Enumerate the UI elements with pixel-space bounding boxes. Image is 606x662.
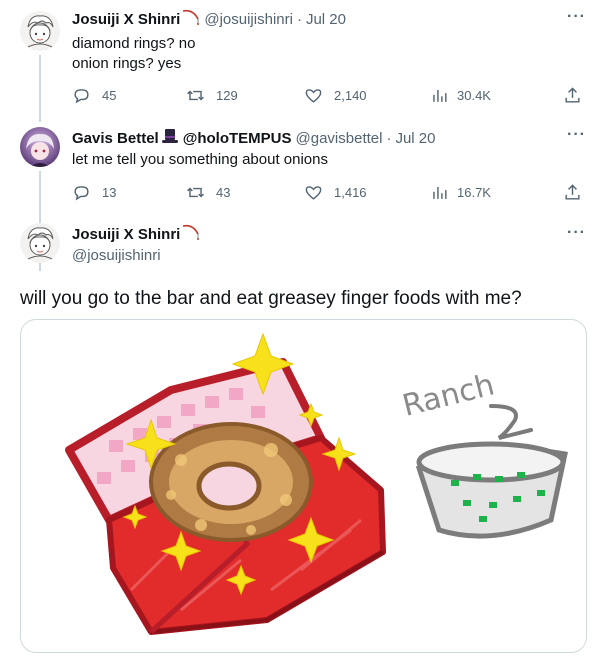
timestamp[interactable]: Jul 20 — [395, 129, 435, 149]
reply-button[interactable]: 45 — [72, 86, 116, 105]
tweet-text: let me tell you something about onions — [72, 151, 328, 168]
ranch-label: Ranch — [399, 367, 498, 423]
author-name-row: Josuiji X Shinri — [72, 224, 204, 246]
reply-icon — [74, 89, 89, 104]
views-button[interactable]: 30.4K — [430, 86, 491, 105]
author-name[interactable]: Josuiji X Shinri — [72, 10, 180, 30]
like-button[interactable]: 1,416 — [304, 183, 367, 202]
views-icon — [433, 89, 447, 102]
retweet-button[interactable]: 43 — [186, 183, 230, 202]
reply-count: 13 — [102, 185, 117, 200]
like-count: 2,140 — [334, 88, 367, 103]
separator-dot: · — [296, 11, 302, 28]
avatar[interactable] — [20, 127, 60, 167]
author-handle[interactable]: @josuijishinri — [204, 10, 293, 30]
fishing-rod-icon — [182, 224, 200, 246]
more-icon[interactable]: ··· — [567, 224, 586, 242]
views-count: 16.7K — [457, 185, 491, 200]
retweet-icon — [187, 90, 204, 101]
action-bar: 13 43 1,416 16.7K — [72, 183, 584, 203]
author-name[interactable]: Gavis Bettel — [72, 129, 159, 149]
retweet-button[interactable]: 129 — [186, 86, 238, 105]
share-icon — [565, 184, 580, 200]
share-button[interactable] — [563, 183, 582, 202]
like-count: 1,416 — [334, 185, 367, 200]
views-icon — [433, 186, 447, 199]
timestamp[interactable]: Jul 20 — [306, 10, 346, 30]
separator-dot: · — [386, 130, 392, 147]
fishing-rod-icon — [182, 9, 200, 31]
reply-icon — [74, 186, 89, 201]
views-button[interactable]: 16.7K — [430, 183, 491, 202]
retweet-count: 129 — [216, 88, 238, 103]
tweet-media-image[interactable]: Ranch — [20, 319, 587, 653]
top-hat-icon — [161, 127, 179, 151]
share-icon — [565, 87, 580, 103]
action-bar: 45 129 2,140 30.4K — [72, 86, 584, 106]
tweet-1[interactable]: Josuiji X Shinri @josuijishinri · Jul 20… — [0, 0, 606, 122]
onion-rings-drawing: Ranch — [65, 332, 568, 635]
author-name[interactable]: Josuiji X Shinri — [72, 225, 180, 245]
thread-line — [39, 55, 41, 122]
views-count: 30.4K — [457, 88, 491, 103]
reply-count: 45 — [102, 88, 117, 103]
tweet-2[interactable]: Gavis Bettel @holoTEMPUS @gavisbettel · … — [0, 120, 606, 271]
tweet-text: will you go to the bar and eat greasey f… — [20, 288, 522, 309]
like-icon — [305, 89, 322, 103]
tweet-header: Gavis Bettel @holoTEMPUS @gavisbettel · … — [72, 127, 436, 151]
avatar[interactable] — [20, 223, 60, 263]
reply-button[interactable]: 13 — [72, 183, 116, 202]
author-name-suffix: @holoTEMPUS — [182, 130, 292, 147]
retweet-count: 43 — [216, 185, 231, 200]
more-icon[interactable]: ··· — [567, 8, 586, 26]
like-icon — [305, 186, 322, 200]
author-handle[interactable]: @gavisbettel — [296, 129, 383, 149]
more-icon[interactable]: ··· — [567, 126, 586, 144]
author-handle[interactable]: @josuijishinri — [72, 247, 161, 264]
like-button[interactable]: 2,140 — [304, 86, 367, 105]
share-button[interactable] — [563, 86, 582, 105]
avatar[interactable] — [20, 11, 60, 51]
tweet-header: Josuiji X Shinri @josuijishinri · Jul 20 — [72, 9, 346, 31]
retweet-icon — [187, 187, 204, 198]
tweet-text: diamond rings? no onion rings? yes — [72, 35, 196, 72]
